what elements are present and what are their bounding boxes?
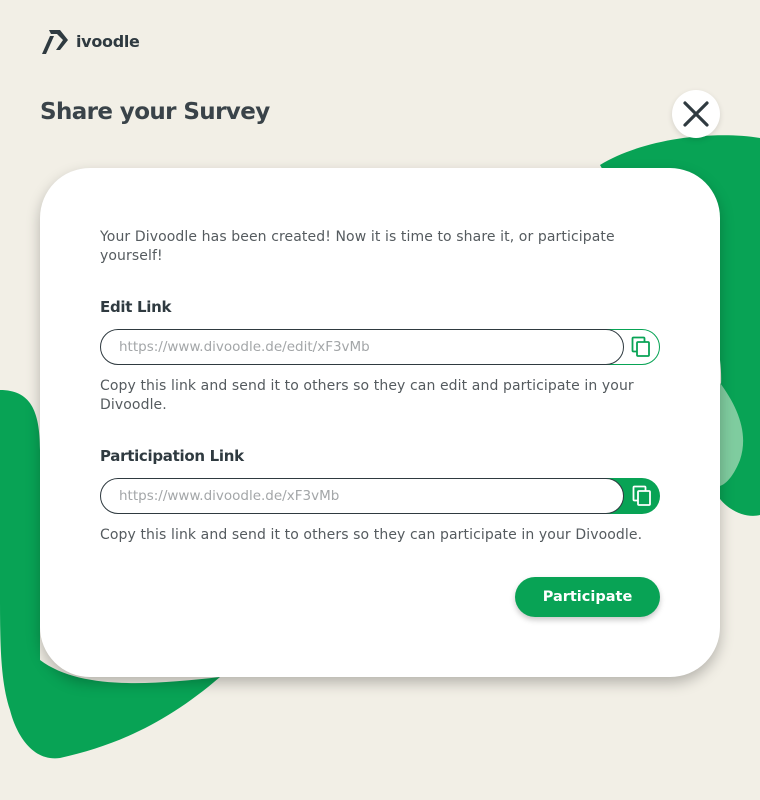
participation-link-input[interactable] [100,478,624,514]
edit-link-label: Edit Link [100,298,172,316]
participation-link-row [100,478,660,514]
copy-icon [632,485,651,506]
close-icon [683,101,709,127]
participation-link-help: Copy this link and send it to others so … [100,527,643,543]
divoodle-d-logo-icon [42,30,68,54]
share-card: Your Divoodle has been created! Now it i… [40,168,720,677]
brand-logo[interactable]: ivoodle [40,26,140,56]
copy-icon [631,336,650,357]
page-title: Share your Survey [40,99,270,125]
participate-button[interactable]: Participate [515,577,660,617]
close-button[interactable] [672,90,720,138]
brand-name: ivoodle [76,31,140,51]
edit-link-input[interactable] [100,329,624,365]
edit-link-row [100,329,660,365]
edit-link-help: Copy this link and send it to others so … [100,378,634,413]
intro-text: Your Divoodle has been created! Now it i… [100,229,615,264]
participation-link-label: Participation Link [100,447,244,465]
